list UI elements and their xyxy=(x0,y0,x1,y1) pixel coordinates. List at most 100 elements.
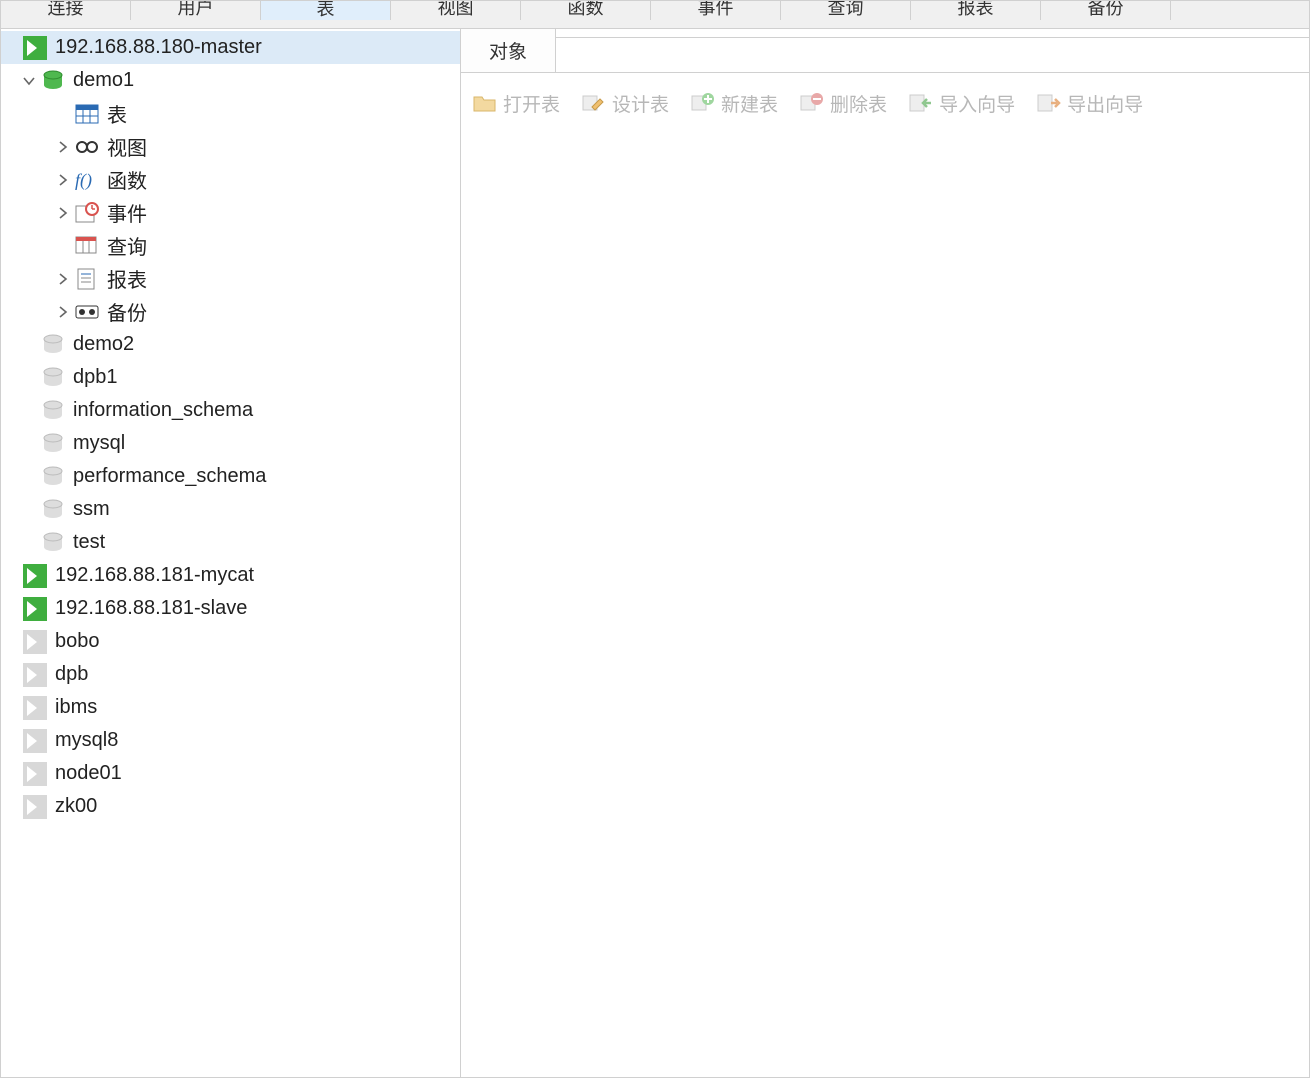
connection-inactive-icon xyxy=(23,630,47,654)
chevron-right-icon[interactable] xyxy=(53,170,73,190)
database-label: ssm xyxy=(73,498,110,521)
tree-node-functions[interactable]: f() 函数 xyxy=(1,163,460,196)
chevron-right-icon[interactable] xyxy=(53,269,73,289)
svg-text:f(): f() xyxy=(75,170,92,190)
design-table-button[interactable]: 设计表 xyxy=(576,86,675,121)
connection-active-icon xyxy=(23,597,47,621)
function-icon: f() xyxy=(75,168,99,192)
tree-node-tables[interactable]: 表 xyxy=(1,97,460,130)
database-closed-icon xyxy=(41,399,65,423)
database-item[interactable]: information_schema xyxy=(1,394,460,427)
top-tab-table[interactable]: 表 xyxy=(261,1,391,20)
database-closed-icon xyxy=(41,465,65,489)
folder-open-icon xyxy=(473,92,497,114)
database-item[interactable]: demo1 xyxy=(1,64,460,97)
expander-spacer xyxy=(19,401,39,421)
export-wizard-button[interactable]: 导出向导 xyxy=(1031,86,1149,121)
tree-node-label: 查询 xyxy=(107,231,147,260)
toolbar-label: 导入向导 xyxy=(939,90,1015,117)
event-icon xyxy=(75,201,99,225)
top-tab-connection[interactable]: 连接 xyxy=(1,1,131,20)
connection-inactive-icon xyxy=(23,696,47,720)
database-closed-icon xyxy=(41,498,65,522)
right-pane: 对象 打开表 设计表 新建表 xyxy=(461,29,1309,1077)
top-tab-report[interactable]: 报表 xyxy=(911,1,1041,20)
chevron-right-icon[interactable] xyxy=(53,203,73,223)
expander-spacer xyxy=(19,500,39,520)
connection-tree[interactable]: ▾ 192.168.88.180-master demo1 表 xyxy=(1,29,461,1077)
database-item[interactable]: ssm xyxy=(1,493,460,526)
table-icon xyxy=(75,102,99,126)
import-icon xyxy=(909,92,933,114)
open-table-button[interactable]: 打开表 xyxy=(467,86,566,121)
connection-label: mysql8 xyxy=(55,729,118,752)
top-tab-backup[interactable]: 备份 xyxy=(1041,1,1171,20)
database-closed-icon xyxy=(41,531,65,555)
toolbar-label: 新建表 xyxy=(721,90,778,117)
connection-item[interactable]: 192.168.88.181-mycat xyxy=(1,559,460,592)
database-item[interactable]: performance_schema xyxy=(1,460,460,493)
database-label: demo1 xyxy=(73,69,134,92)
database-label: demo2 xyxy=(73,333,134,356)
connection-label: bobo xyxy=(55,630,100,653)
connection-inactive-icon xyxy=(23,663,47,687)
connection-item[interactable]: ▾ 192.168.88.180-master xyxy=(1,31,460,64)
chevron-right-icon[interactable] xyxy=(53,302,73,322)
top-tab-function[interactable]: 函数 xyxy=(521,1,651,20)
database-item[interactable]: test xyxy=(1,526,460,559)
toolbar-label: 设计表 xyxy=(612,90,669,117)
tab-objects[interactable]: 对象 xyxy=(461,29,556,73)
database-item[interactable]: dpb1 xyxy=(1,361,460,394)
connection-item[interactable]: bobo xyxy=(1,625,460,658)
database-label: mysql xyxy=(73,432,125,455)
export-icon xyxy=(1037,92,1061,114)
connection-item[interactable]: 192.168.88.181-slave xyxy=(1,592,460,625)
tab-label: 对象 xyxy=(489,37,527,64)
tab-strip-empty xyxy=(556,37,1309,73)
connection-item[interactable]: zk00 xyxy=(1,790,460,823)
connection-label: node01 xyxy=(55,762,122,785)
connection-item[interactable]: mysql8 xyxy=(1,724,460,757)
chevron-down-icon[interactable] xyxy=(19,71,39,91)
connection-label: 192.168.88.181-mycat xyxy=(55,564,254,587)
connection-label: dpb xyxy=(55,663,88,686)
new-table-button[interactable]: 新建表 xyxy=(685,86,784,121)
toolbar-label: 打开表 xyxy=(503,90,560,117)
database-item[interactable]: demo2 xyxy=(1,328,460,361)
connection-item[interactable]: node01 xyxy=(1,757,460,790)
database-closed-icon xyxy=(41,366,65,390)
tree-node-backups[interactable]: 备份 xyxy=(1,295,460,328)
tree-node-queries[interactable]: 查询 xyxy=(1,229,460,262)
connection-label: 192.168.88.180-master xyxy=(55,36,262,59)
database-label: information_schema xyxy=(73,399,253,422)
table-list-area xyxy=(461,133,1309,1077)
expander-spacer xyxy=(1,764,21,784)
tree-node-views[interactable]: 视图 xyxy=(1,130,460,163)
delete-table-button[interactable]: 删除表 xyxy=(794,86,893,121)
top-tab-query[interactable]: 查询 xyxy=(781,1,911,20)
database-item[interactable]: mysql xyxy=(1,427,460,460)
expander-spacer xyxy=(1,731,21,751)
import-wizard-button[interactable]: 导入向导 xyxy=(903,86,1021,121)
top-tab-event[interactable]: 事件 xyxy=(651,1,781,20)
expander-spacer xyxy=(19,533,39,553)
database-open-icon xyxy=(41,69,65,93)
connection-label: 192.168.88.181-slave xyxy=(55,597,247,620)
expander-spacer xyxy=(1,665,21,685)
chevron-right-icon[interactable] xyxy=(53,137,73,157)
connection-label: zk00 xyxy=(55,795,97,818)
database-closed-icon xyxy=(41,333,65,357)
tree-node-events[interactable]: 事件 xyxy=(1,196,460,229)
connection-item[interactable]: ibms xyxy=(1,691,460,724)
expander-spacer xyxy=(1,797,21,817)
expander-spacer xyxy=(53,236,73,256)
connection-item[interactable]: dpb xyxy=(1,658,460,691)
tree-node-reports[interactable]: 报表 xyxy=(1,262,460,295)
database-closed-icon xyxy=(41,432,65,456)
top-tab-view[interactable]: 视图 xyxy=(391,1,521,20)
database-label: test xyxy=(73,531,105,554)
query-icon xyxy=(75,234,99,258)
connection-label: ibms xyxy=(55,696,97,719)
top-tab-user[interactable]: 用户 xyxy=(131,1,261,20)
toolbar-label: 删除表 xyxy=(830,90,887,117)
